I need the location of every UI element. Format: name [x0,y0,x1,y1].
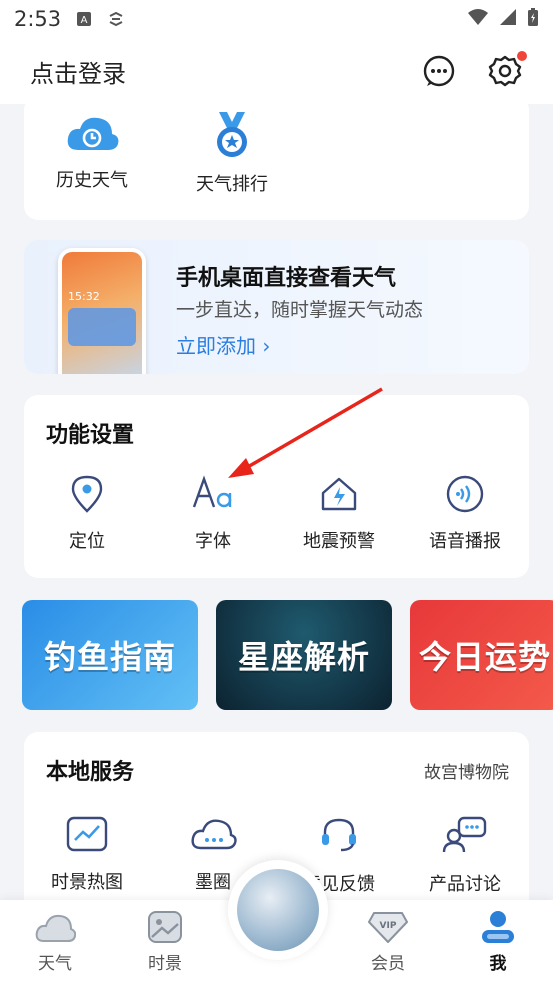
widget-promo-card[interactable]: 15:32 手机桌面直接查看天气 一步直达，随时掌握天气动态 立即添加 › [24,240,529,374]
history-weather-item[interactable]: 历史天气 [54,110,130,196]
user-profile-icon [482,911,514,943]
sky-scene-image [237,869,319,951]
scene-heatmap-item[interactable]: 时景热图 [24,814,150,896]
local-services-location[interactable]: 故宫博物院 [424,758,509,783]
phone-widget-illustration: 15:32 [58,248,146,374]
font-aa-icon [192,475,232,508]
voice-broadcast-label: 语音播报 [429,531,501,552]
scene-heatmap-label: 时景热图 [51,872,123,893]
mo-circle-label: 墨圈 [195,872,231,893]
cloud-chat-icon [191,819,237,850]
earthquake-warning-label: 地震预警 [303,531,375,552]
local-services-title: 本地服务 [46,760,135,785]
location-pin-icon [71,475,103,513]
tab-scenery-label: 时景 [148,954,182,974]
location-label: 定位 [69,531,105,552]
weather-ranking-label: 天气排行 [196,174,268,195]
battery-icon [527,7,539,31]
font-setting[interactable]: 字体 [150,473,276,553]
promo-subtitle: 一步直达，随时掌握天气动态 [176,299,424,321]
tab-weather[interactable]: 天气 [0,911,110,974]
notification-dot [517,51,527,61]
cloud-icon [35,914,76,942]
tab-scenery[interactable]: 时景 [110,909,220,974]
location-setting[interactable]: 定位 [24,473,150,553]
promo-title: 手机桌面直接查看天气 [176,266,397,291]
discussion-icon [442,816,487,853]
settings-button[interactable] [487,51,527,89]
weather-ranking-medal-icon [217,112,247,157]
font-label: 字体 [195,531,231,552]
product-discussion-item[interactable]: 产品讨论 [402,814,528,896]
feature-banners: 钓鱼指南 星座解析 今日运势 [22,600,553,710]
center-weather-scene-button[interactable] [228,860,328,960]
top-bar: 点击登录 [0,38,553,104]
tab-vip-label: 会员 [371,954,405,974]
history-weather-icon [67,117,119,150]
daily-fortune-text: 今日运势 [418,638,551,676]
fishing-guide-text: 钓鱼指南 [43,638,176,676]
phone-time: 15:32 [68,290,100,303]
vip-diamond-icon: VIP [368,912,408,943]
headset-feedback-icon [322,818,356,852]
daily-fortune-banner[interactable]: 今日运势 [410,600,553,710]
phone-widget [68,308,136,346]
product-discussion-label: 产品讨论 [429,874,501,895]
earthquake-warning-icon [321,477,357,511]
tab-me-label: 我 [489,954,507,974]
voice-broadcast-setting[interactable]: 语音播报 [402,473,528,553]
horoscope-text: 星座解析 [237,638,370,676]
horoscope-banner[interactable]: 星座解析 [216,600,392,710]
signal-icon [499,8,517,30]
message-button[interactable] [421,53,457,89]
quick-tools-card: 历史天气 天气排行 [24,96,529,220]
function-settings-title: 功能设置 [46,423,135,448]
keyboard-a-icon: A [75,10,93,28]
history-weather-label: 历史天气 [56,170,128,191]
tab-weather-label: 天气 [38,954,72,974]
chat-bubble-icon [423,55,455,87]
weather-ranking-item[interactable]: 天气排行 [194,110,270,196]
tab-vip[interactable]: VIP 会员 [333,909,443,974]
tab-me[interactable]: 我 [443,909,553,974]
wifi-icon [467,8,489,30]
earthquake-warning-setting[interactable]: 地震预警 [276,473,402,553]
svg-text:VIP: VIP [380,921,397,931]
status-bar: 2:53 A [0,0,553,38]
voice-broadcast-icon [446,475,484,513]
heatmap-image-icon [66,816,108,852]
svg-text:A: A [81,15,88,26]
function-settings-card: 功能设置 定位 字体 地震预警 语音播报 [24,395,529,578]
add-widget-link[interactable]: 立即添加 › [176,330,270,359]
fishing-guide-banner[interactable]: 钓鱼指南 [22,600,198,710]
login-link[interactable]: 点击登录 [30,54,126,89]
image-icon [148,911,182,943]
sync-icon [107,10,125,28]
status-time: 2:53 [14,7,62,31]
